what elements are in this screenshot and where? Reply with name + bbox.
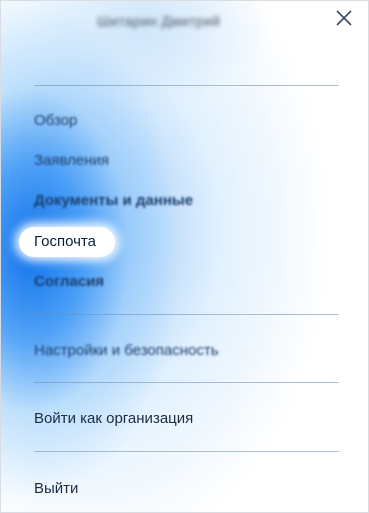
user-name: Шитарин Дмитрий xyxy=(97,13,221,29)
menu-item-documents[interactable]: Документы и данные xyxy=(34,192,193,209)
divider-lower xyxy=(34,382,339,383)
divider-middle xyxy=(34,314,339,315)
menu-item-applications[interactable]: Заявления xyxy=(34,152,109,169)
divider-bottom xyxy=(34,451,339,452)
menu-item-logout[interactable]: Выйти xyxy=(34,480,78,497)
menu-item-settings[interactable]: Настройки и безопасность xyxy=(34,342,219,359)
menu-item-login-org[interactable]: Войти как организация xyxy=(34,410,193,427)
close-icon xyxy=(336,10,352,26)
close-button[interactable] xyxy=(334,8,354,28)
menu-item-gosmail[interactable]: Госпочта xyxy=(34,233,96,250)
divider-top xyxy=(34,85,339,86)
profile-menu-panel: Шитарин Дмитрий Обзор Заявления Документ… xyxy=(0,0,369,513)
menu-item-overview[interactable]: Обзор xyxy=(34,112,77,129)
menu-item-consents[interactable]: Согласия xyxy=(34,273,104,290)
